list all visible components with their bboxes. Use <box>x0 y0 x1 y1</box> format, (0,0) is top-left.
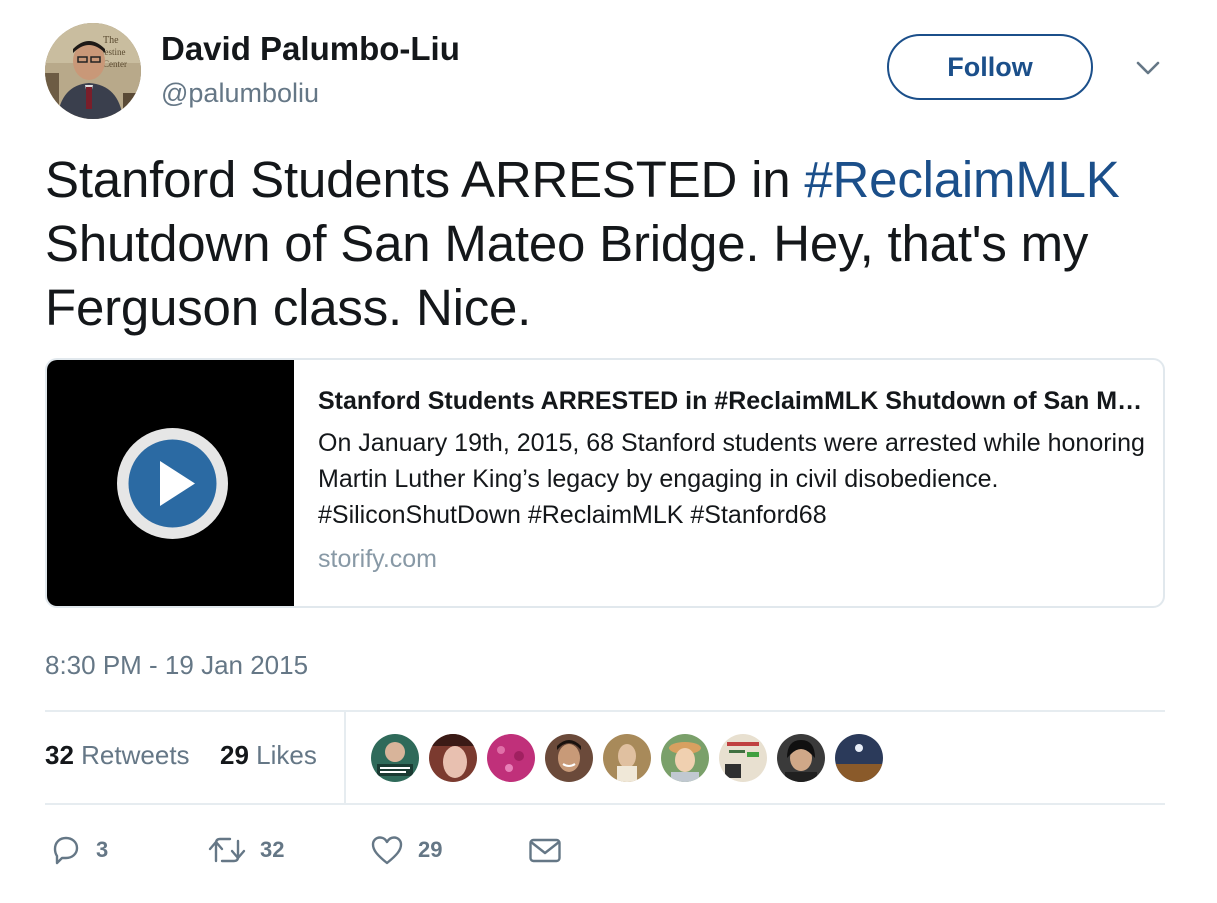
liker-avatar[interactable] <box>719 734 767 782</box>
tweet-header: The Palestine Center David Palumbo-Liu @… <box>45 23 1175 123</box>
liker-avatar[interactable] <box>835 734 883 782</box>
link-card[interactable]: Stanford Students ARRESTED in #ReclaimML… <box>45 358 1165 608</box>
tweet-text-part-2: Shutdown of San Mateo Bridge. Hey, that'… <box>45 215 1089 336</box>
author-name[interactable]: David Palumbo-Liu <box>161 30 460 68</box>
like-count: 29 <box>418 837 443 862</box>
svg-text:Center: Center <box>103 59 127 69</box>
like-button[interactable]: 29 <box>370 830 442 870</box>
tweet-timestamp[interactable]: 8:30 PM - 19 Jan 2015 <box>45 650 308 681</box>
retweets-label: Retweets <box>81 740 190 770</box>
liker-avatar[interactable] <box>371 734 419 782</box>
follow-button[interactable]: Follow <box>887 34 1093 100</box>
liker-avatar[interactable] <box>777 734 825 782</box>
reply-count: 3 <box>96 837 109 862</box>
direct-message-button[interactable] <box>528 830 562 870</box>
author-avatar[interactable]: The Palestine Center <box>45 23 141 119</box>
author-handle[interactable]: @palumboliu <box>161 78 319 109</box>
retweet-button[interactable]: 32 <box>208 830 284 870</box>
card-domain: storify.com <box>318 545 437 573</box>
divider <box>45 710 1165 712</box>
likes-label: Likes <box>256 740 317 770</box>
card-media[interactable] <box>47 360 294 606</box>
retweets-stat[interactable]: 32 Retweets <box>45 740 190 771</box>
chevron-down-icon[interactable] <box>1133 53 1163 83</box>
retweet-icon <box>208 834 246 866</box>
card-body: Stanford Students ARRESTED in #ReclaimML… <box>318 384 1148 574</box>
tweet-text-part-1: Stanford Students ARRESTED in <box>45 151 805 208</box>
tweet-text: Stanford Students ARRESTED in #ReclaimML… <box>45 148 1175 340</box>
liker-avatar[interactable] <box>661 734 709 782</box>
liker-avatar[interactable] <box>429 734 477 782</box>
liker-avatar[interactable] <box>545 734 593 782</box>
divider <box>344 712 346 803</box>
envelope-icon <box>528 834 562 866</box>
play-icon[interactable] <box>117 428 228 539</box>
reply-icon <box>50 834 82 866</box>
retweet-count: 32 <box>260 837 285 862</box>
divider <box>45 803 1165 805</box>
liker-avatar[interactable] <box>603 734 651 782</box>
reply-button[interactable]: 3 <box>50 830 108 870</box>
liker-avatar[interactable] <box>487 734 535 782</box>
svg-text:The: The <box>103 35 119 46</box>
hashtag-link[interactable]: #ReclaimMLK <box>804 151 1119 208</box>
heart-icon <box>370 834 404 866</box>
likes-count: 29 <box>220 740 249 770</box>
retweets-count: 32 <box>45 740 74 770</box>
card-description: On January 19th, 2015, 68 Stanford stude… <box>318 429 1145 529</box>
card-title[interactable]: Stanford Students ARRESTED in #ReclaimML… <box>318 384 1148 418</box>
likes-stat[interactable]: 29 Likes <box>220 740 317 771</box>
